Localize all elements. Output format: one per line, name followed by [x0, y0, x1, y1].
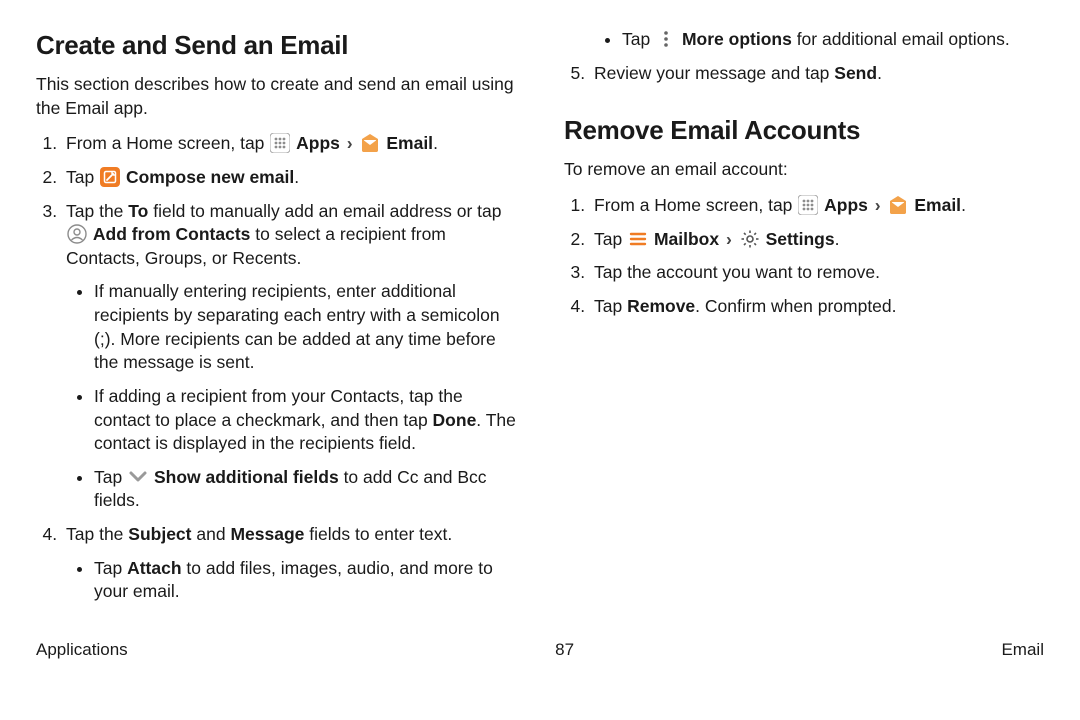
footer-left: Applications: [36, 640, 128, 660]
r-step-1: From a Home screen, tap Apps › Email.: [590, 194, 1044, 218]
chevron-down-icon: [128, 467, 148, 487]
bullet-attach: Tap Attach to add files, images, audio, …: [94, 557, 516, 604]
bullet-more-options: Tap More options for additional email op…: [622, 28, 1044, 52]
gear-icon: [740, 229, 760, 249]
step-3-bullets: If manually entering recipients, enter a…: [66, 280, 516, 513]
chevron-right-icon: ›: [347, 132, 353, 156]
intro-text: This section describes how to create and…: [36, 73, 516, 120]
add-from-contacts-label: Add from Contacts: [93, 224, 251, 244]
apps-icon: [270, 133, 290, 153]
settings-label: Settings: [766, 229, 835, 249]
contact-icon: [67, 224, 87, 244]
page-body: Create and Send an Email This section de…: [0, 0, 1080, 640]
footer-page-number: 87: [555, 640, 574, 660]
r-step-4: Tap Remove. Confirm when prompted.: [590, 295, 1044, 319]
step-3: Tap the To field to manually add an emai…: [62, 200, 516, 514]
r-step-2: Tap Mailbox › Settings.: [590, 228, 1044, 252]
show-additional-label: Show additional fields: [154, 467, 339, 487]
more-options-label: More options: [682, 29, 792, 49]
footer-right: Email: [1001, 640, 1044, 660]
email-icon: [360, 133, 380, 153]
compose-label: Compose new email: [126, 167, 294, 187]
mailbox-label: Mailbox: [654, 229, 719, 249]
remove-intro: To remove an email account:: [564, 158, 1044, 182]
bullet-from-contacts: If adding a recipient from your Contacts…: [94, 385, 516, 456]
heading-remove: Remove Email Accounts: [564, 113, 1044, 148]
email-label: Email: [386, 133, 433, 153]
chevron-right-icon: ›: [875, 194, 881, 218]
email-icon: [888, 195, 908, 215]
heading-create: Create and Send an Email: [36, 28, 516, 63]
step-1: From a Home screen, tap Apps › Email.: [62, 132, 516, 156]
apps-label: Apps: [296, 133, 340, 153]
bullet-manual: If manually entering recipients, enter a…: [94, 280, 516, 375]
more-options-icon: [656, 29, 676, 49]
step-5: Review your message and tap Send.: [590, 62, 1044, 86]
remove-steps: From a Home screen, tap Apps › Email. Ta…: [564, 194, 1044, 319]
chevron-right-icon: ›: [726, 228, 732, 252]
menu-icon: [628, 229, 648, 249]
step-2: Tap Compose new email.: [62, 166, 516, 190]
page-footer: Applications 87 Email: [0, 640, 1080, 660]
r-step-3: Tap the account you want to remove.: [590, 261, 1044, 285]
apps-icon: [798, 195, 818, 215]
bullet-show-additional: Tap Show additional fields to add Cc and…: [94, 466, 516, 513]
compose-icon: [100, 167, 120, 187]
